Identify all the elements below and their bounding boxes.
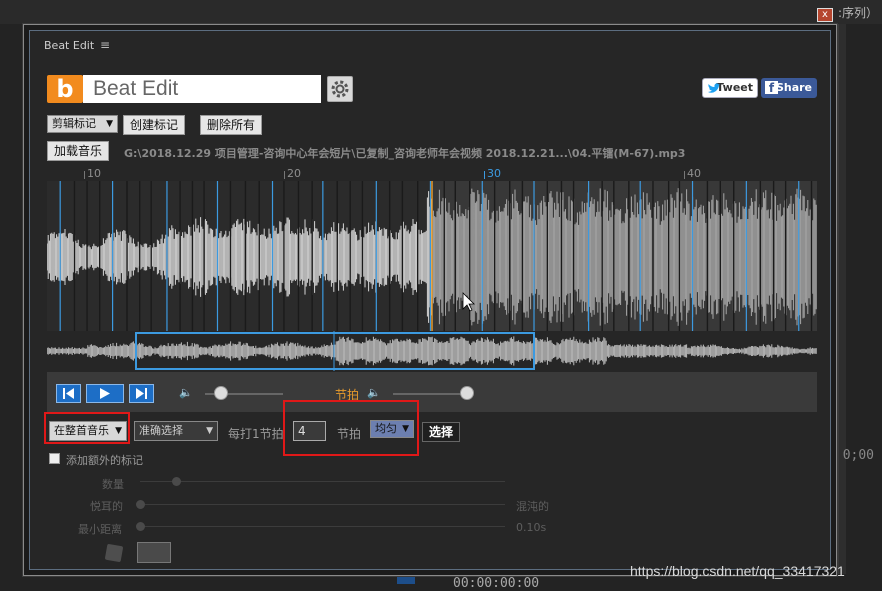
ruler-tick bbox=[284, 171, 285, 179]
background-scrollbar[interactable] bbox=[838, 24, 846, 574]
marker-type-dropdown[interactable]: 剪辑标记 ▼ bbox=[47, 115, 118, 133]
marker-type-value: 剪辑标记 bbox=[52, 117, 96, 130]
ruler-label-40: 40 bbox=[687, 167, 701, 180]
waveform-view[interactable] bbox=[47, 181, 817, 333]
background-sequence-label: :序列） bbox=[837, 6, 878, 20]
play-button[interactable] bbox=[86, 384, 124, 403]
ruler-tick bbox=[484, 171, 485, 179]
dice-icon[interactable] bbox=[104, 543, 124, 563]
create-markers-button[interactable]: 创建标记 bbox=[123, 115, 186, 135]
background-timecode-right: 0;00 bbox=[842, 448, 874, 463]
tweet-button[interactable]: Tweet bbox=[702, 78, 758, 98]
app-title: Beat Edit bbox=[83, 75, 321, 103]
pleasant-chaotic-slider[interactable] bbox=[136, 500, 145, 509]
panel-title: Beat Edit bbox=[44, 39, 95, 52]
watermark: https://blog.csdn.net/qq_33417321 bbox=[630, 563, 845, 579]
hamburger-icon[interactable]: ≡ bbox=[100, 38, 110, 52]
close-icon[interactable]: x bbox=[817, 8, 833, 22]
min-distance-slider[interactable] bbox=[136, 522, 145, 531]
beat-edit-logo-icon: b bbox=[47, 75, 83, 103]
twitter-bird-icon bbox=[708, 83, 721, 93]
select-button[interactable]: 选择 bbox=[422, 422, 461, 442]
add-extra-markers-label: 添加额外的标记 bbox=[66, 454, 143, 467]
add-extra-markers-checkbox[interactable] bbox=[49, 453, 60, 464]
skip-to-start-icon bbox=[63, 388, 74, 399]
overview-selection-window[interactable] bbox=[135, 332, 535, 370]
beat-edit-dialog: Beat Edit ≡ b Beat Edit Tweet f Share 剪辑… bbox=[22, 23, 838, 577]
transport-bar: 🔈 节拍 🔈 bbox=[47, 372, 817, 412]
settings-button[interactable] bbox=[327, 76, 353, 102]
editor-background: :序列） x 0;00 00:00:00:00 Beat Edit ≡ b Be… bbox=[0, 0, 882, 591]
count-slider-track[interactable] bbox=[140, 481, 505, 482]
min-distance-slider-track[interactable] bbox=[140, 526, 505, 527]
tweet-label: Tweet bbox=[716, 81, 753, 94]
count-label: 数量 bbox=[102, 478, 124, 491]
speaker-icon: 🔈 bbox=[179, 386, 193, 399]
background-timecode-bottom: 00:00:00:00 bbox=[453, 576, 540, 591]
pleasant-label: 悦耳的 bbox=[90, 500, 123, 513]
ruler-label-10: 10 bbox=[87, 167, 101, 180]
prev-marker-button[interactable] bbox=[56, 384, 81, 403]
gear-icon bbox=[331, 80, 349, 98]
highlight-scope bbox=[44, 412, 130, 444]
mode-dropdown[interactable]: 准确选择 ▼ bbox=[134, 421, 218, 441]
ruler-tick bbox=[684, 171, 685, 179]
beat-edit-panel: Beat Edit ≡ b Beat Edit Tweet f Share 剪辑… bbox=[29, 30, 831, 570]
ruler-label-30: 30 bbox=[487, 167, 501, 180]
mode-value: 准确选择 bbox=[139, 424, 183, 437]
chaotic-label: 混沌的 bbox=[516, 500, 549, 513]
played-region-shade bbox=[432, 181, 817, 333]
music-file-path: G:\2018.12.29 项目管理-咨询中心年会短片\已复制_咨询老师年会视频… bbox=[124, 147, 686, 160]
every-beats-label: 每打1节拍 bbox=[228, 427, 284, 441]
overview-waveform[interactable] bbox=[46, 331, 817, 371]
ruler-tick bbox=[84, 171, 85, 179]
next-marker-button[interactable] bbox=[129, 384, 154, 403]
music-volume-slider[interactable] bbox=[213, 386, 228, 400]
beat-volume-slider[interactable] bbox=[460, 386, 475, 400]
chevron-down-icon: ▼ bbox=[206, 426, 213, 436]
play-icon bbox=[100, 388, 110, 399]
min-distance-label: 最小距离 bbox=[78, 523, 122, 536]
share-button[interactable]: f Share bbox=[761, 78, 817, 98]
count-slider[interactable] bbox=[172, 477, 181, 486]
background-top-bar bbox=[0, 0, 882, 24]
speaker-icon: 🔈 bbox=[367, 386, 381, 399]
marker-color-swatch[interactable] bbox=[137, 542, 171, 563]
share-label: Share bbox=[775, 81, 812, 94]
skip-to-end-icon bbox=[136, 388, 147, 399]
min-distance-value: 0.10s bbox=[516, 521, 547, 534]
facebook-icon: f bbox=[765, 81, 778, 95]
ruler-label-20: 20 bbox=[287, 167, 301, 180]
timeline-ruler: 10 20 30 40 bbox=[47, 163, 817, 181]
highlight-beat-settings bbox=[283, 400, 419, 456]
chevron-down-icon: ▼ bbox=[106, 119, 113, 129]
remove-all-button[interactable]: 删除所有 bbox=[200, 115, 263, 135]
pleasant-chaotic-slider-track[interactable] bbox=[140, 504, 505, 505]
load-music-button[interactable]: 加载音乐 bbox=[47, 141, 110, 161]
